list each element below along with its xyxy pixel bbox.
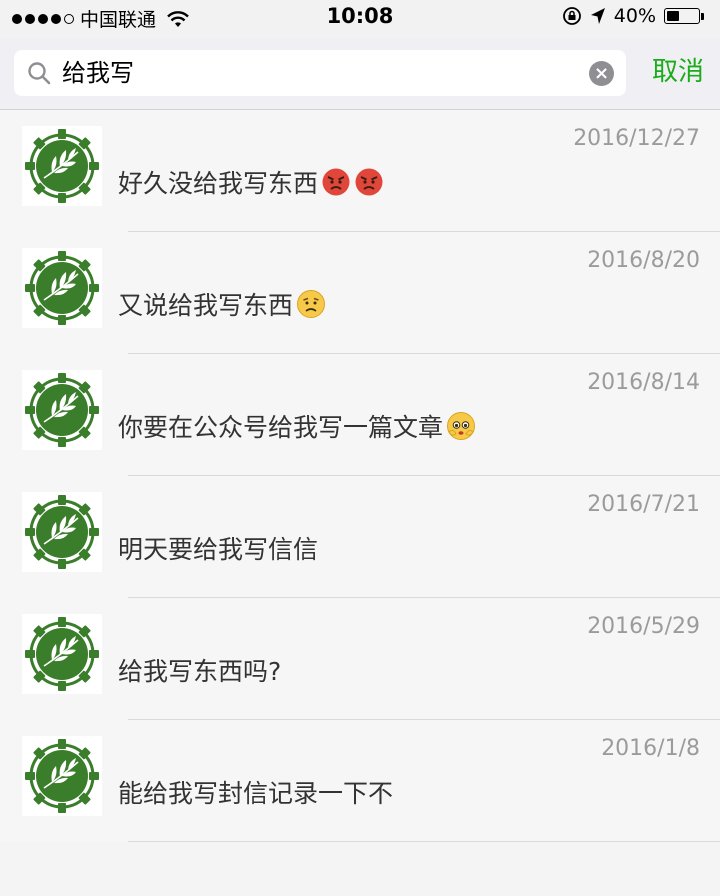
- battery-percent: 40%: [613, 5, 656, 27]
- search-result-item[interactable]: 2016/5/29 给我写东西吗?: [0, 598, 720, 720]
- search-result-item[interactable]: 2016/7/21 明天要给我写信信: [0, 476, 720, 598]
- search-result-item[interactable]: 2016/1/8 能给我写封信记录一下不: [0, 720, 720, 842]
- message-text: 你要在公众号给我写一篇文章: [118, 413, 444, 442]
- search-result-item[interactable]: 2016/8/20 又说给我写东西: [0, 232, 720, 354]
- close-icon: ×: [593, 63, 610, 84]
- message-date: 2016/12/27: [573, 126, 700, 151]
- contact-avatar[interactable]: [22, 370, 102, 450]
- search-result-item[interactable]: 2016/8/14 你要在公众号给我写一篇文章: [0, 354, 720, 476]
- pleading-face-icon: [446, 411, 476, 441]
- contact-avatar[interactable]: [22, 614, 102, 694]
- search-query[interactable]: 给我写: [62, 59, 134, 87]
- status-bar-right: 40%: [562, 5, 706, 27]
- location-arrow-icon: [590, 8, 605, 24]
- message-date: 2016/1/8: [601, 736, 700, 761]
- angry-face-icon: [321, 167, 351, 197]
- message-snippet: 给我写东西吗?: [118, 652, 281, 688]
- angry-face-icon: [354, 167, 384, 197]
- message-snippet: 又说给我写东西: [118, 286, 326, 322]
- message-snippet: 明天要给我写信信: [118, 530, 318, 566]
- contact-avatar[interactable]: [22, 126, 102, 206]
- rotation-lock-icon: [562, 7, 581, 25]
- contact-avatar[interactable]: [22, 492, 102, 572]
- search-input[interactable]: 给我写 ×: [14, 50, 626, 96]
- message-text: 给我写东西吗?: [118, 657, 282, 686]
- message-text: 明天要给我写信信: [118, 535, 319, 564]
- contact-avatar[interactable]: [22, 736, 102, 816]
- message-snippet: 能给我写封信记录一下不: [118, 774, 393, 810]
- battery-icon: [664, 7, 706, 25]
- message-date: 2016/8/20: [587, 248, 700, 273]
- message-text: 好久没给我写东西: [118, 169, 319, 198]
- status-bar: 中国联通 10:08 40%: [0, 0, 720, 38]
- search-results-list: 2016/12/27 好久没给我写东西 2016/8/20 又说给我写东西 20…: [0, 110, 720, 842]
- cancel-button[interactable]: 取消: [652, 56, 704, 88]
- frowning-face-icon: [296, 289, 326, 319]
- row-divider: [128, 841, 720, 842]
- search-result-item[interactable]: 2016/12/27 好久没给我写东西: [0, 110, 720, 232]
- message-date: 2016/5/29: [587, 614, 700, 639]
- message-date: 2016/8/14: [587, 370, 700, 395]
- message-date: 2016/7/21: [587, 492, 700, 517]
- clear-search-button[interactable]: ×: [589, 61, 614, 86]
- message-text: 能给我写封信记录一下不: [118, 779, 394, 808]
- contact-avatar[interactable]: [22, 248, 102, 328]
- search-icon: [28, 62, 51, 85]
- search-bar: 给我写 × 取消: [0, 38, 720, 110]
- message-snippet: 你要在公众号给我写一篇文章: [118, 408, 476, 444]
- message-snippet: 好久没给我写东西: [118, 164, 384, 200]
- message-text: 又说给我写东西: [118, 291, 294, 320]
